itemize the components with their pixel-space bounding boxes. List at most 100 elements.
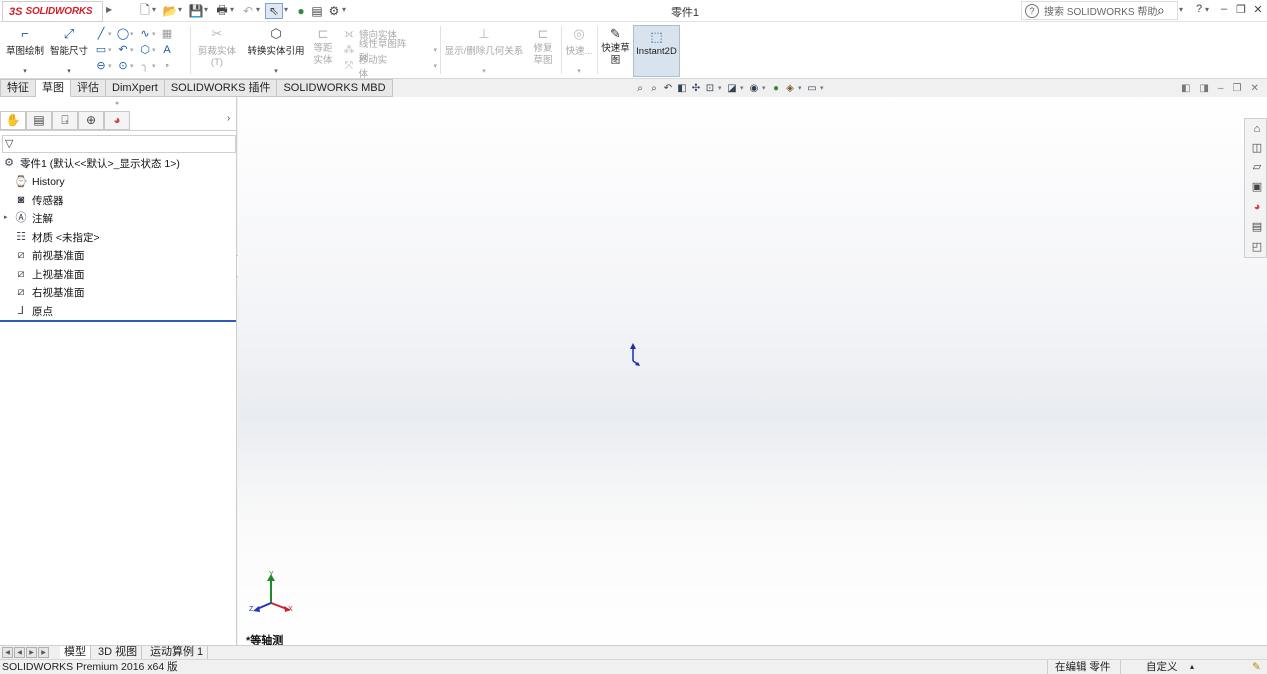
restore-icon[interactable]: ❐ [1232,83,1241,94]
rapid-sketch-button[interactable]: ✎ 快速草图 [599,26,632,76]
previous-view-icon[interactable]: ↶ [662,82,674,95]
tree-item-right-plane[interactable]: ⧄ 右视基准面 [14,283,85,301]
chevron-down-icon[interactable]: ▾ [256,5,263,14]
first-tab-icon[interactable]: ◀ [2,647,13,658]
expand-arrow-icon[interactable]: ▸ [4,213,8,221]
chevron-down-icon[interactable]: ▾ [798,82,804,96]
chevron-down-icon[interactable]: ▾ [130,62,138,70]
chevron-down-icon[interactable]: ▾ [342,5,349,14]
graphics-area[interactable]: Y X Z [238,97,1267,645]
chevron-down-icon[interactable]: ▾ [577,67,581,75]
move-entities-button[interactable]: ⤧ 移动实体 ▾ [342,55,437,80]
offset-entities-button[interactable]: ⊏ 等距实体 [308,26,338,76]
chevron-down-icon[interactable]: ▾ [204,5,211,14]
tab-sketch[interactable]: 草图 [36,79,71,97]
select-pointer-icon[interactable]: ⇖ [265,3,283,19]
zoom-to-area-icon[interactable]: ⌕ [648,82,660,95]
tab-evaluate[interactable]: 评估 [71,79,106,97]
prev-tab-icon[interactable]: ◀ [14,647,25,658]
dynamic-annotation-icon[interactable]: ✣ [690,82,702,95]
chevron-down-icon[interactable]: ▾ [108,46,116,54]
tree-item-history[interactable]: ⌚ History [14,173,65,191]
tree-item-sensors[interactable]: ◙ 传感器 [14,191,64,209]
help-search-box[interactable]: ? 搜索 SOLIDWORKS 帮助 [1021,1,1178,20]
arc-icon[interactable]: ↶ [116,43,130,57]
tree-item-front-plane[interactable]: ⧄ 前视基准面 [14,246,85,264]
close-icon[interactable]: ✕ [1250,83,1258,94]
hide-show-items-icon[interactable]: ◉ [748,82,760,95]
minimize-icon[interactable]: – [1216,3,1232,19]
display-manager-tab-icon[interactable]: ◕ [104,111,130,130]
chevron-down-icon[interactable]: ▾ [433,46,437,54]
chevron-down-icon[interactable]: ▾ [152,46,160,54]
configuration-manager-tab-icon[interactable]: ⍈ [52,111,78,130]
chevron-down-icon[interactable]: ▾ [762,82,768,96]
display-relations-button[interactable]: ⊥ 显示/删除几何关系 ▾ [443,26,525,76]
ellipse-icon[interactable]: ⊙ [116,59,130,73]
chevron-down-icon[interactable]: ▾ [230,5,237,14]
forum-icon[interactable]: ◰ [1249,239,1265,255]
search-input[interactable]: 搜索 SOLIDWORKS 帮助 [1044,3,1157,18]
solidworks-logo[interactable]: 3S SOLIDWORKS [2,1,103,22]
tab-dimxpert[interactable]: DimXpert [106,79,165,97]
file-explorer-icon[interactable]: ▱ [1249,159,1265,175]
tab-features[interactable]: 特征 [0,79,36,97]
file-properties-icon[interactable]: ▤ [308,3,326,19]
tree-filter-box[interactable]: ▽ [2,135,236,153]
next-tab-icon[interactable]: ▶ [26,647,37,658]
section-view-icon[interactable]: ◧ [676,82,688,95]
chevron-down-icon[interactable]: ▾ [152,5,159,14]
property-manager-tab-icon[interactable]: ▤ [26,111,52,130]
dimxpert-manager-tab-icon[interactable]: ⊕ [78,111,104,130]
spline-icon[interactable]: ∿ [138,27,152,41]
tree-root-part[interactable]: ⚙ 零件1 (默认<<默认>_显示状态 1>) [2,154,180,172]
tree-item-origin[interactable]: ⅃ 原点 [14,302,53,320]
chevron-down-icon[interactable]: ▾ [433,62,437,70]
chevron-down-icon[interactable]: ▾ [152,62,160,70]
zoom-to-fit-icon[interactable]: ⌕ [634,82,646,95]
pane-left-icon[interactable]: ◧ [1181,83,1190,94]
restore-icon[interactable]: ❐ [1233,3,1249,19]
undo-icon[interactable]: ↶ [239,3,257,19]
polygon-icon[interactable]: ⬡ [138,43,152,57]
feature-manager-tab-icon[interactable]: ✋ [0,111,26,130]
slot-icon[interactable]: ⊖ [94,59,108,73]
rebuild-status-icon[interactable]: ✎ [1252,660,1261,674]
chevron-down-icon[interactable]: ▾ [274,67,278,75]
chevron-down-icon[interactable]: ▾ [482,67,486,75]
trim-entities-button[interactable]: ✂ 剪裁实体(T) [192,26,242,76]
text-icon[interactable]: A [160,43,174,57]
fillet-icon[interactable]: ╮ [138,59,152,73]
chevron-down-icon[interactable]: ▾ [820,82,826,96]
chevron-down-icon[interactable]: ▾ [284,5,291,14]
tree-item-material[interactable]: ☷ 材质 <未指定> [14,228,100,246]
chevron-down-icon[interactable]: ▾ [1179,5,1186,14]
tree-item-annotations[interactable]: Ⓐ 注解 [14,209,54,227]
chevron-down-icon[interactable]: ▾ [130,46,138,54]
chevron-down-icon[interactable]: ▾ [178,5,185,14]
unit-system[interactable]: 自定义 [1146,660,1178,674]
chevron-down-icon[interactable]: ▾ [1205,5,1212,14]
chevron-down-icon[interactable]: ▾ [108,30,116,38]
sketch-text-grid-icon[interactable]: ▦ [160,27,174,41]
apply-scene-icon[interactable]: ◈ [784,82,796,95]
chevron-down-icon[interactable]: ▾ [740,82,746,96]
tree-item-top-plane[interactable]: ⧄ 上视基准面 [14,265,85,283]
pane-right-icon[interactable]: ◨ [1199,83,1208,94]
tab-solidworks-addins[interactable]: SOLIDWORKS 插件 [164,79,278,97]
tab-3d-views[interactable]: 3D 视图 [94,646,143,660]
view-settings-icon[interactable]: ▭ [806,82,818,95]
custom-properties-icon[interactable]: ▤ [1249,219,1265,235]
open-folder-icon[interactable]: 📂 [161,3,179,19]
splitter-dot[interactable]: ● [115,100,119,107]
line-icon[interactable]: ╱ [94,27,108,41]
menu-expand-arrow[interactable]: ▶ [106,5,113,14]
options-gear-icon[interactable]: ⚙ [325,3,343,19]
save-icon[interactable]: 💾 [187,3,205,19]
smart-dimension-button[interactable]: ⤢ 智能尺寸 ▾ [49,26,89,76]
view-orientation-icon[interactable]: ⊡ [704,82,716,95]
view-palette-icon[interactable]: ▣ [1249,179,1265,195]
appearances-icon[interactable]: ◕ [1249,199,1265,215]
circle-icon[interactable]: ◯ [116,27,130,41]
design-library-icon[interactable]: ◫ [1249,140,1265,156]
